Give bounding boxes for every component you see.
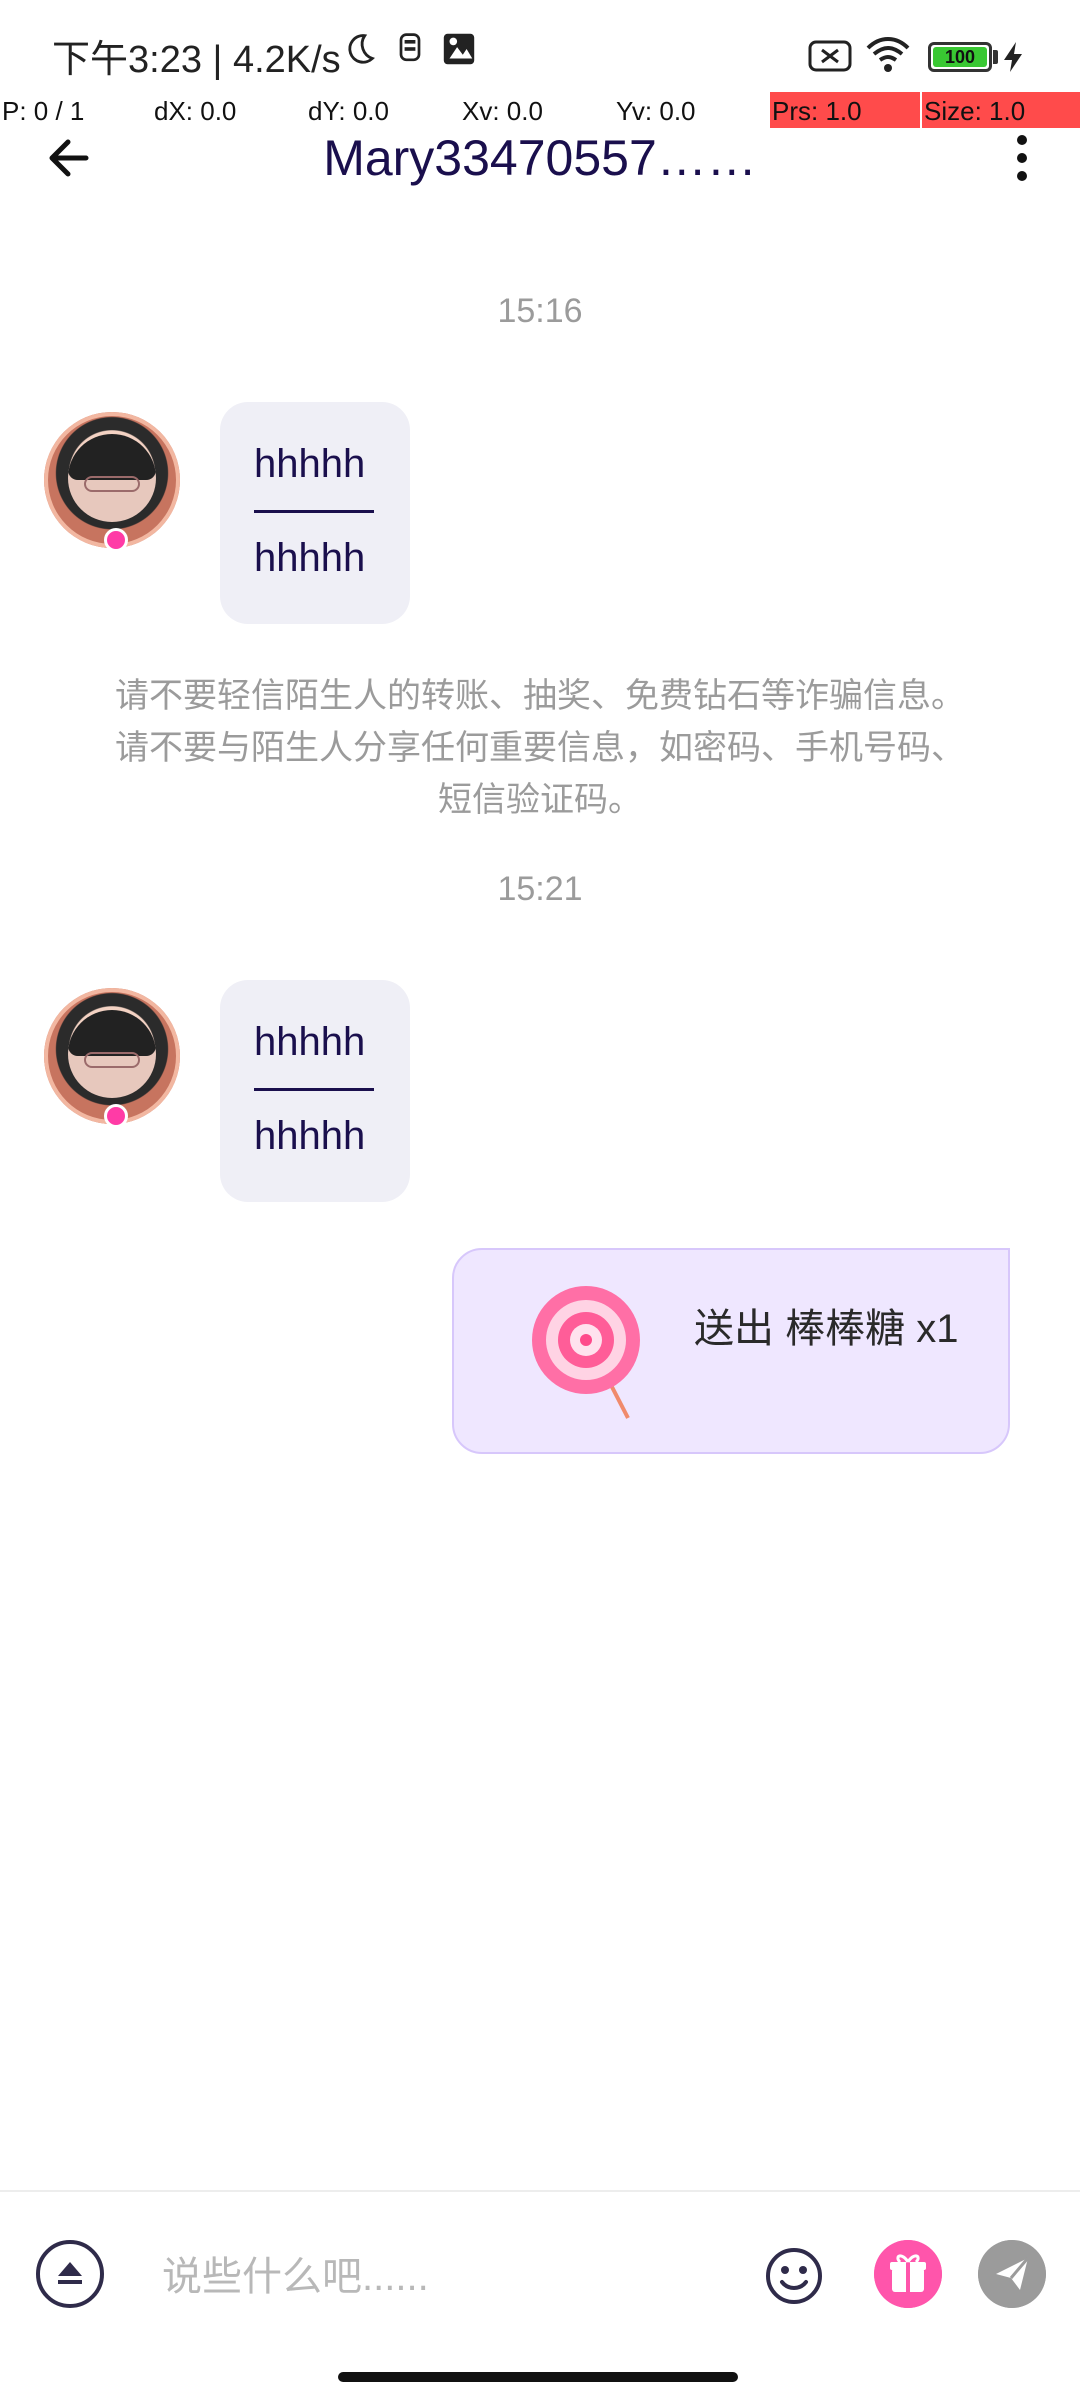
message-bubble[interactable]: hhhhh hhhhh bbox=[220, 980, 410, 1202]
gift-icon[interactable] bbox=[874, 2240, 942, 2308]
debug-yv: Yv: 0.0 bbox=[616, 96, 696, 126]
home-indicator bbox=[338, 2372, 738, 2382]
avatar-badge bbox=[104, 1104, 128, 1128]
battery-level: 100 bbox=[933, 47, 987, 67]
expand-up-icon[interactable] bbox=[36, 2240, 104, 2308]
message-bubble[interactable]: hhhhh hhhhh bbox=[220, 402, 410, 624]
arrow-left-icon[interactable] bbox=[40, 126, 104, 190]
message-text: hhhhh bbox=[254, 1020, 366, 1064]
pointer-debug-bar: P: 0 / 1 dX: 0.0 dY: 0.0 Xv: 0.0 Yv: 0.0… bbox=[0, 92, 1080, 128]
send-icon[interactable] bbox=[978, 2240, 1046, 2308]
emoji-icon[interactable] bbox=[764, 2246, 824, 2306]
avatar[interactable] bbox=[44, 412, 180, 552]
timestamp: 15:21 bbox=[497, 870, 583, 908]
usb-debug-icon bbox=[399, 33, 421, 62]
input-divider bbox=[0, 2190, 1080, 2192]
sim-disabled-icon bbox=[808, 40, 852, 72]
message-text: hhhhh bbox=[254, 442, 366, 486]
gift-message-text: 送出 棒棒糖 x1 bbox=[694, 1307, 959, 1351]
battery-tip bbox=[993, 50, 998, 64]
message-divider bbox=[254, 1088, 374, 1091]
safety-warning: 请不要轻信陌生人的转账、抽奖、免费钻石等诈骗信息。 请不要与陌生人分享任何重要信… bbox=[115, 677, 965, 819]
status-time: 下午3:23 | 4.2K/s bbox=[52, 39, 341, 81]
message-divider bbox=[254, 510, 374, 513]
avatar[interactable] bbox=[44, 988, 180, 1128]
avatar-face bbox=[68, 434, 156, 522]
lollipop-icon bbox=[532, 1286, 640, 1419]
moon-icon bbox=[348, 34, 375, 64]
avatar-badge bbox=[104, 528, 128, 552]
chat-title: Mary33470557…… bbox=[323, 130, 757, 186]
debug-size: Size: 1.0 bbox=[924, 96, 1026, 126]
debug-dx: dX: 0.0 bbox=[154, 96, 237, 126]
battery-icon: 100 bbox=[928, 42, 992, 72]
message-input[interactable] bbox=[160, 2244, 724, 2310]
debug-prs: Prs: 1.0 bbox=[772, 96, 862, 126]
debug-p: P: 0 / 1 bbox=[2, 96, 85, 126]
more-vertical-icon[interactable] bbox=[990, 126, 1054, 190]
debug-dy: dY: 0.0 bbox=[308, 96, 389, 126]
image-icon bbox=[443, 33, 475, 65]
wifi-icon bbox=[866, 37, 910, 72]
avatar-face bbox=[68, 1010, 156, 1098]
timestamp: 15:16 bbox=[497, 292, 583, 330]
message-text: hhhhh bbox=[254, 1114, 366, 1158]
charging-bolt-icon bbox=[1004, 42, 1022, 72]
message-text: hhhhh bbox=[254, 536, 366, 580]
debug-xv: Xv: 0.0 bbox=[462, 96, 543, 126]
gift-message-bubble[interactable]: 送出 棒棒糖 x1 bbox=[452, 1248, 1010, 1454]
status-bar: 下午3:23 | 4.2K/s 100 bbox=[0, 0, 1080, 100]
